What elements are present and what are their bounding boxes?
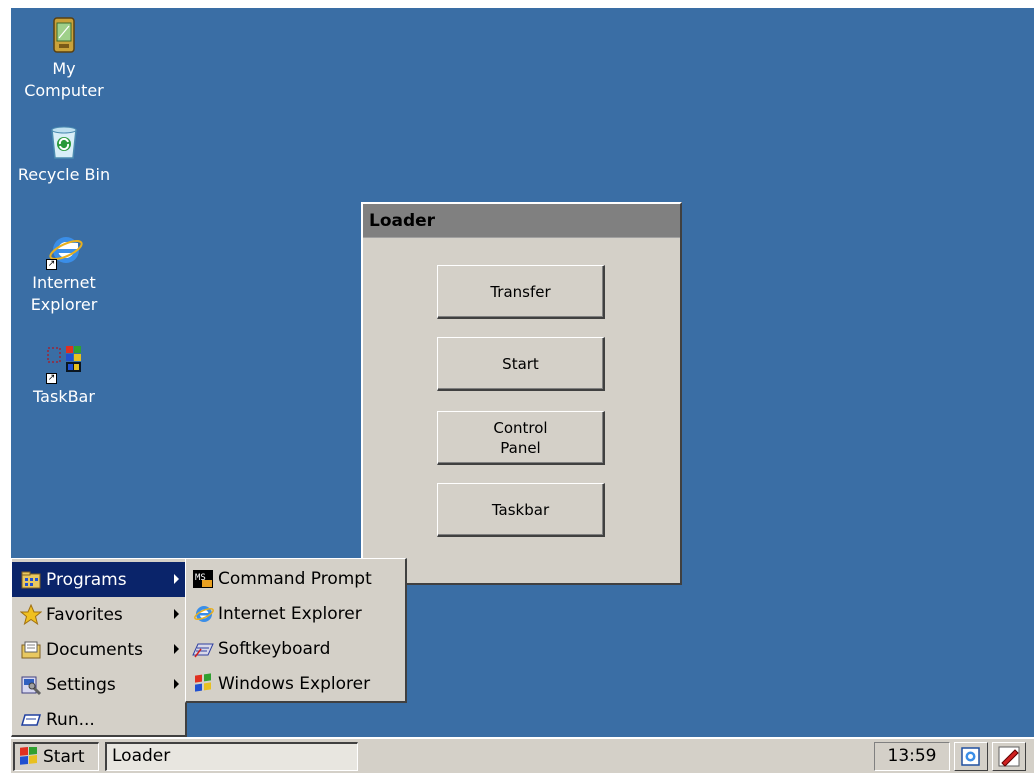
start-app-button[interactable]: Start xyxy=(437,337,605,391)
program-item-label: Windows Explorer xyxy=(218,673,371,694)
system-tray: 13:59 xyxy=(874,742,1030,771)
loader-window-title[interactable]: Loader xyxy=(363,204,680,238)
internet-explorer-icon xyxy=(192,603,214,625)
start-menu-item-label: Documents xyxy=(46,639,143,660)
star-icon xyxy=(19,603,43,626)
programs-folder-icon xyxy=(20,569,42,591)
start-menu-item-favorites[interactable]: Favorites xyxy=(12,597,185,632)
programs-submenu: MS Command Prompt Internet Explorer Soft… xyxy=(185,558,407,703)
start-menu-item-label: Favorites xyxy=(46,604,123,625)
program-item-label: Softkeyboard xyxy=(218,638,331,659)
start-menu-item-label: Programs xyxy=(46,569,127,590)
desktop-icon-label: My Computer xyxy=(24,59,104,100)
desktop-icon-internet-explorer[interactable]: ↗ Internet Explorer xyxy=(11,230,119,316)
loader-window[interactable]: Loader Transfer Start Control Panel Task… xyxy=(361,202,682,585)
keyboard-icon xyxy=(192,638,214,660)
connection-icon[interactable] xyxy=(954,742,988,771)
windows-flag-icon xyxy=(18,746,40,767)
start-menu-item-documents[interactable]: Documents xyxy=(12,632,185,667)
pda-icon xyxy=(44,16,84,56)
desktop-icon-label: Internet Explorer xyxy=(30,273,98,314)
start-menu-item-label: Run... xyxy=(46,709,95,730)
shortcut-arrow-icon: ↗ xyxy=(46,373,57,384)
desktop-icon-recycle-bin[interactable]: Recycle Bin xyxy=(11,122,119,186)
taskbar-button[interactable]: Taskbar xyxy=(437,483,605,537)
start-menu-item-run[interactable]: Run... xyxy=(12,702,185,737)
program-item-command-prompt[interactable]: MS Command Prompt xyxy=(186,561,405,596)
start-menu-item-label: Settings xyxy=(46,674,116,695)
pen-icon[interactable] xyxy=(992,742,1026,771)
taskbar-task-loader[interactable]: Loader xyxy=(105,742,358,771)
desktop-icon-my-computer[interactable]: My Computer xyxy=(11,16,119,102)
shortcut-arrow-icon: ↗ xyxy=(46,259,57,270)
submenu-arrow-icon xyxy=(174,644,179,654)
start-button[interactable]: Start xyxy=(13,742,99,771)
program-item-label: Command Prompt xyxy=(218,568,372,589)
clock[interactable]: 13:59 xyxy=(874,742,950,771)
control-panel-button[interactable]: Control Panel xyxy=(437,411,605,465)
documents-folder-icon xyxy=(20,639,42,661)
run-icon xyxy=(20,709,42,731)
program-item-label: Internet Explorer xyxy=(218,603,362,624)
windows-explorer-icon xyxy=(192,672,214,695)
settings-icon xyxy=(20,674,42,696)
command-prompt-icon: MS xyxy=(192,568,214,590)
desktop[interactable]: My Computer Recycle Bin ↗ Internet Explo… xyxy=(11,8,1034,773)
program-item-internet-explorer[interactable]: Internet Explorer xyxy=(186,596,405,631)
recycle-bin-icon xyxy=(44,122,84,162)
program-item-softkeyboard[interactable]: Softkeyboard xyxy=(186,631,405,666)
transfer-button[interactable]: Transfer xyxy=(437,265,605,319)
program-item-windows-explorer[interactable]: Windows Explorer xyxy=(186,666,405,701)
submenu-arrow-icon xyxy=(174,574,179,584)
submenu-arrow-icon xyxy=(174,679,179,689)
taskbar: Start Loader 13:59 xyxy=(11,737,1034,773)
desktop-icon-taskbar[interactable]: ↗ TaskBar xyxy=(11,344,119,408)
start-button-label: Start xyxy=(43,747,85,767)
taskbar-icon: ↗ xyxy=(44,344,84,384)
desktop-icon-label: TaskBar xyxy=(33,387,95,406)
internet-explorer-icon: ↗ xyxy=(44,230,84,270)
submenu-arrow-icon xyxy=(174,609,179,619)
start-menu-item-programs[interactable]: Programs xyxy=(12,562,185,597)
desktop-icon-label: Recycle Bin xyxy=(17,165,111,184)
start-menu: Programs Favorites Documents Settings Ru… xyxy=(11,558,187,737)
start-menu-item-settings[interactable]: Settings xyxy=(12,667,185,702)
